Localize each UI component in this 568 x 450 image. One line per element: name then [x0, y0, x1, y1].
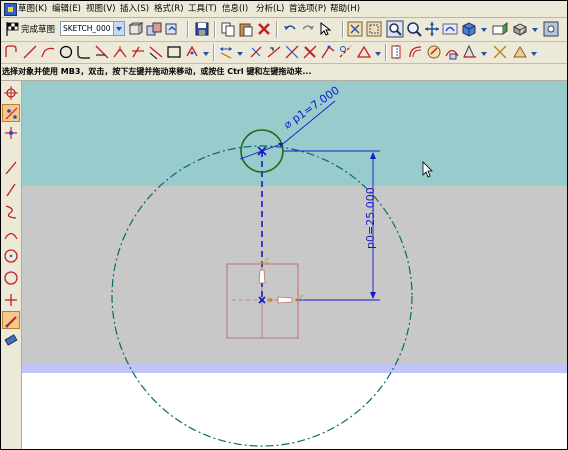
vertical-dimension-arrow-top	[370, 152, 376, 159]
chevron-down-icon[interactable]	[201, 47, 210, 59]
zoom-box-icon[interactable]	[365, 20, 383, 38]
constraint-label-center: C	[267, 297, 271, 304]
menu-information[interactable]: 信息(I)	[222, 3, 248, 15]
chevron-down-icon[interactable]	[530, 23, 539, 35]
circle-icon[interactable]	[57, 43, 75, 61]
spline-icon[interactable]	[2, 203, 20, 221]
menu-insert[interactable]: 插入(S)	[120, 3, 149, 15]
menu-sketch[interactable]: 草图(K)	[18, 3, 47, 15]
add-curve-icon[interactable]	[461, 43, 479, 61]
chevron-down-icon[interactable]	[479, 47, 488, 59]
paste-icon[interactable]	[237, 20, 255, 38]
no-constraint-icon[interactable]	[301, 43, 319, 61]
offset-curve-icon[interactable]	[407, 43, 425, 61]
magnify-icon[interactable]	[405, 20, 423, 38]
constraint-marker-right: C C	[267, 295, 304, 304]
endpoint-snap-icon[interactable]	[2, 124, 20, 142]
chevron-down-icon[interactable]	[235, 47, 244, 59]
fillet-icon[interactable]	[75, 43, 93, 61]
inferred-point-icon[interactable]	[2, 104, 20, 122]
mouse-cursor-icon	[422, 161, 433, 178]
finish-sketch-label[interactable]: 完成草图	[21, 23, 55, 35]
menu-view[interactable]: 视图(V)	[86, 3, 115, 15]
update-model-icon[interactable]	[163, 20, 181, 38]
profile-icon[interactable]	[3, 43, 21, 61]
corner-icon[interactable]	[129, 43, 147, 61]
sketch-name-combo[interactable]: SKETCH_000	[60, 21, 114, 36]
show-constraints-icon[interactable]	[283, 43, 301, 61]
menu-edit[interactable]: 编辑(E)	[52, 3, 81, 15]
line-icon[interactable]	[2, 159, 20, 177]
mirror-icon[interactable]	[389, 43, 407, 61]
rectangle-icon[interactable]	[165, 43, 183, 61]
project-curve-icon[interactable]	[511, 43, 529, 61]
work-layer-icon[interactable]	[491, 20, 509, 38]
auto-constraint-icon[interactable]	[265, 43, 283, 61]
animate-dimension-icon[interactable]	[319, 43, 337, 61]
menu-format[interactable]: 格式(R)	[154, 3, 184, 15]
redo-icon[interactable]	[299, 20, 317, 38]
finish-sketch-flag-icon[interactable]	[3, 20, 21, 38]
rotate-icon[interactable]	[441, 20, 459, 38]
diameter-dimension-label: ⌀ p1=7.000	[281, 84, 342, 132]
vertical-dimension-arrow-bottom	[370, 292, 376, 299]
line-icon[interactable]	[21, 43, 39, 61]
circle-center-icon[interactable]	[2, 247, 20, 265]
constraint-icon[interactable]	[247, 43, 265, 61]
circle-icon[interactable]	[2, 269, 20, 287]
vertical-dimension-label: p0=25.000	[364, 187, 377, 249]
cue-line: 选择对象并使用 MB3，双击，按下左键并拖动来移动，或按住 Ctrl 键和左键拖…	[1, 64, 567, 81]
zoom-in-icon[interactable]	[386, 20, 404, 38]
snap-point-icon[interactable]	[2, 84, 20, 102]
derived-line-icon[interactable]	[147, 43, 165, 61]
fit-icon[interactable]	[346, 20, 364, 38]
orient-view-icon[interactable]	[127, 20, 145, 38]
trim-icon[interactable]	[93, 43, 111, 61]
sketch-geometry[interactable]: ⌀ p1=7.000 p0=25.000 C C C	[22, 81, 567, 449]
eraser-icon[interactable]	[2, 331, 20, 349]
chevron-down-icon[interactable]	[373, 47, 382, 59]
arc-icon[interactable]	[39, 43, 57, 61]
pencil-icon[interactable]	[2, 311, 20, 329]
sketch-curve-toolbar	[1, 42, 567, 64]
dimension-icon[interactable]	[217, 43, 235, 61]
undo-icon[interactable]	[281, 20, 299, 38]
left-toolbar	[1, 81, 22, 449]
menu-analysis[interactable]: 分析(L)	[256, 3, 284, 15]
pan-icon[interactable]	[423, 20, 441, 38]
save-icon[interactable]	[193, 20, 211, 38]
menu-tools[interactable]: 工具(T)	[188, 3, 217, 15]
background-icon[interactable]	[542, 20, 560, 38]
view-orient-icon[interactable]	[511, 20, 529, 38]
cross-point-icon[interactable]	[2, 291, 20, 309]
nx-window: 草图(K) 编辑(E) 视图(V) 插入(S) 格式(R) 工具(T) 信息(I…	[0, 0, 568, 450]
arc-icon[interactable]	[2, 181, 20, 199]
shaded-view-icon[interactable]	[460, 20, 478, 38]
selection-filter-icon[interactable]	[317, 20, 335, 38]
menu-bar: 草图(K) 编辑(E) 视图(V) 插入(S) 格式(R) 工具(T) 信息(I…	[1, 1, 567, 18]
chevron-down-icon[interactable]	[529, 47, 538, 59]
menu-preferences[interactable]: 首选项(P)	[289, 3, 326, 15]
chevron-down-icon[interactable]	[113, 21, 125, 36]
alternate-solution-icon[interactable]	[355, 43, 373, 61]
convert-reference-icon[interactable]	[337, 43, 355, 61]
tangent-arc-icon[interactable]	[2, 225, 20, 243]
edit-curve-icon[interactable]	[425, 43, 443, 61]
edit-defining-string-icon[interactable]	[443, 43, 461, 61]
extend-icon[interactable]	[111, 43, 129, 61]
reattach-icon[interactable]	[145, 20, 163, 38]
standard-toolbar: 完成草图 SKETCH_000	[1, 18, 567, 42]
intersection-point-icon[interactable]	[491, 43, 509, 61]
constraint-label-right: C	[300, 295, 304, 302]
menu-help[interactable]: 帮助(H)	[330, 3, 360, 15]
constraint-marker-top: C	[258, 258, 269, 284]
copy-icon[interactable]	[219, 20, 237, 38]
delete-icon[interactable]	[255, 20, 273, 38]
app-icon[interactable]	[4, 3, 17, 16]
constraint-label-top: C	[265, 258, 269, 265]
chevron-down-icon[interactable]	[479, 23, 488, 35]
point-icon[interactable]	[183, 43, 201, 61]
graphics-window[interactable]: ⌀ p1=7.000 p0=25.000 C C C	[22, 81, 567, 449]
